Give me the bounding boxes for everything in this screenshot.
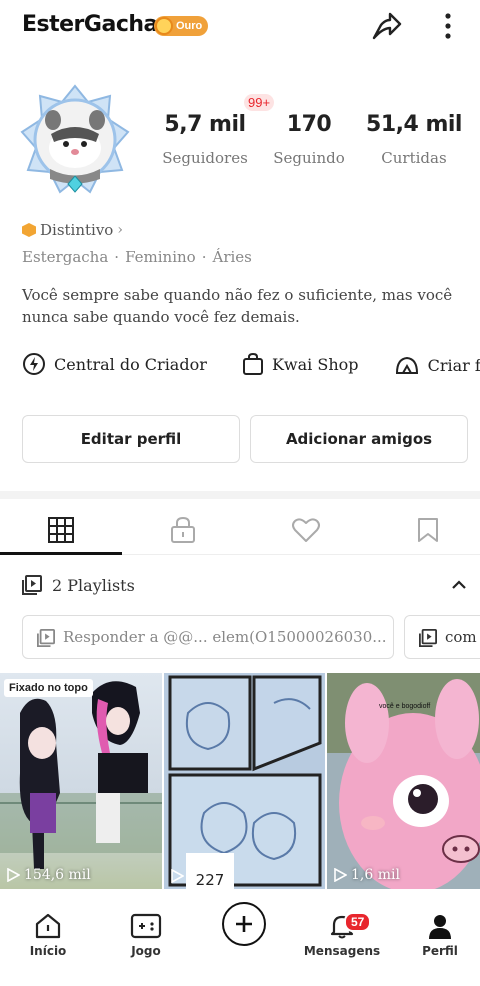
followers-stat[interactable]: 5,7 mil Seguidores <box>150 112 260 167</box>
distintivo-link[interactable]: Distintivo › <box>22 221 123 239</box>
more-options-button[interactable] <box>436 8 460 44</box>
chevron-up-icon[interactable] <box>450 578 468 592</box>
profile-header: EsterGacha Ouro <box>0 0 480 56</box>
heart-icon <box>292 518 320 542</box>
play-icon <box>7 868 20 882</box>
thumbnail-caption: você e bogodioff <box>379 703 431 710</box>
following-stat[interactable]: 170 Seguindo <box>254 112 364 167</box>
share-button[interactable] <box>368 8 404 44</box>
edit-profile-button[interactable]: Editar perfil <box>22 415 240 463</box>
playlist-chip-label: com <box>445 628 477 646</box>
user-icon <box>429 915 451 939</box>
badge-hexagon-icon <box>22 223 36 237</box>
playlist-icon <box>22 575 42 595</box>
profile-avatar[interactable] <box>20 84 130 194</box>
profile-shortcuts: Central do Criador Kwai Shop Criar fan <box>22 352 480 376</box>
fan-club-shortcut[interactable]: Criar fan <box>394 354 480 376</box>
video-thumbnail[interactable]: Fixado no topo 154,6 mil <box>0 673 162 889</box>
lock-icon <box>171 516 195 543</box>
creator-center-label: Central do Criador <box>54 354 207 374</box>
bottom-navigation: Início Jogo 57 Mensagens Perfil <box>0 902 480 986</box>
chevron-right-icon: › <box>117 222 123 238</box>
rank-badge-label: Ouro <box>176 20 203 32</box>
meta-gender: Feminino <box>125 248 196 266</box>
likes-label: Curtidas <box>381 149 447 167</box>
nav-profile-label: Perfil <box>422 944 458 958</box>
notification-count-pill: 99+ <box>244 94 275 111</box>
create-post-button[interactable] <box>196 902 292 946</box>
more-vertical-icon <box>445 13 451 39</box>
playlist-icon <box>37 629 55 647</box>
playlist-chip-label: Responder a @@... elem(O15000026030... <box>63 628 387 646</box>
tab-private[interactable] <box>163 513 203 547</box>
view-count <box>170 869 184 883</box>
tab-liked[interactable] <box>286 513 326 547</box>
home-icon <box>35 913 61 939</box>
active-tab-indicator <box>0 552 122 555</box>
play-icon <box>171 869 184 883</box>
kwai-shop-label: Kwai Shop <box>271 354 359 374</box>
share-icon <box>372 12 402 40</box>
rank-badge[interactable]: Ouro <box>154 16 209 36</box>
fan-club-icon <box>395 356 418 374</box>
lightning-icon <box>23 353 45 375</box>
likes-count: 51,4 mil <box>366 112 462 137</box>
tab-videos[interactable] <box>41 513 81 547</box>
playlist-icon <box>419 629 437 647</box>
nav-home-label: Início <box>29 944 67 958</box>
playlist-chip[interactable]: Responder a @@... elem(O15000026030... <box>22 615 394 659</box>
grid-icon <box>48 517 74 543</box>
view-count: 154,6 mil <box>6 867 91 883</box>
playlists-title: 2 Playlists <box>52 575 135 595</box>
nav-messages-label: Mensagens <box>303 944 381 958</box>
view-count: 1,6 mil <box>333 867 400 883</box>
messages-badge: 57 <box>344 912 372 932</box>
content-tabs <box>0 505 480 555</box>
profile-bio: Você sempre sabe quando não fez o sufici… <box>22 286 453 326</box>
nav-home[interactable]: Início <box>0 910 96 958</box>
add-friends-button[interactable]: Adicionar amigos <box>250 415 468 463</box>
nav-profile[interactable]: Perfil <box>392 910 480 958</box>
playlist-chip[interactable]: com <box>404 615 480 659</box>
pinned-label: Fixado no topo <box>4 679 93 697</box>
section-divider <box>0 491 480 499</box>
tab-saved[interactable] <box>408 513 448 547</box>
gamepad-icon <box>130 913 162 939</box>
followers-label: Seguidores <box>162 149 248 167</box>
distintivo-label: Distintivo <box>40 221 114 239</box>
play-icon <box>334 868 347 882</box>
thumbnail-image <box>0 681 162 869</box>
coin-icon <box>155 17 173 35</box>
video-thumbnail[interactable]: você e bogodioff 1,6 mil <box>327 673 480 889</box>
plus-icon <box>236 916 252 932</box>
video-count-label: 227 <box>186 853 234 893</box>
view-count-text: 1,6 mil <box>351 867 400 883</box>
meta-handle: Estergacha <box>22 248 109 266</box>
kwai-shop-shortcut[interactable]: Kwai Shop <box>242 352 359 376</box>
shopping-bag-icon <box>242 352 263 375</box>
likes-stat[interactable]: 51,4 mil Curtidas <box>359 112 469 167</box>
nav-game-label: Jogo <box>131 944 161 958</box>
view-count-text: 154,6 mil <box>24 867 91 883</box>
nav-messages[interactable]: 57 Mensagens <box>294 910 390 958</box>
playlists-header[interactable]: 2 Playlists <box>22 575 135 595</box>
following-label: Seguindo <box>273 149 345 167</box>
nav-game[interactable]: Jogo <box>98 910 194 958</box>
following-count: 170 <box>286 112 332 137</box>
bookmark-icon <box>418 518 438 542</box>
creator-center-shortcut[interactable]: Central do Criador <box>22 352 207 376</box>
fan-club-label: Criar fan <box>427 355 480 375</box>
meta-sign: Áries <box>212 248 252 266</box>
followers-count: 5,7 mil <box>164 112 246 137</box>
profile-meta: Estergacha · Feminino · Áries <box>22 248 252 266</box>
profile-username: EsterGacha <box>22 12 158 37</box>
